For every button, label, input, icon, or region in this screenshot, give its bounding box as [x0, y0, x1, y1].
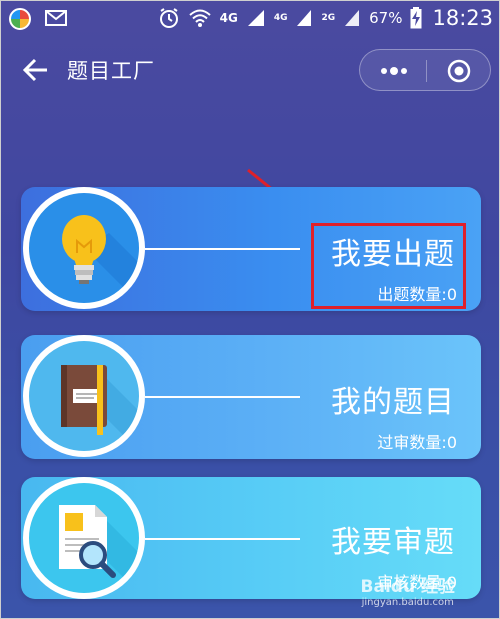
network-type-label-sim2: 4G	[273, 13, 288, 23]
watermark: Baidu 经验 jingyan.baidu.com	[361, 572, 455, 608]
clock: 18:23	[432, 6, 493, 30]
card-subtitle: 过审数量:0	[377, 433, 457, 452]
close-miniprogram-icon[interactable]	[447, 59, 471, 83]
card-title: 我的题目	[331, 385, 455, 420]
capsule-divider	[426, 60, 427, 82]
network-type-label: 4G	[219, 11, 238, 25]
card-connector-line	[145, 248, 300, 250]
lightbulb-icon	[62, 215, 139, 303]
app-launcher-icon	[9, 8, 31, 30]
battery-charging-icon	[410, 7, 422, 29]
watermark-logo: Baidu 经验	[360, 577, 455, 597]
battery-percentage: 67%	[369, 9, 403, 27]
signal-strength-icon	[247, 10, 264, 26]
more-options-icon[interactable]	[380, 63, 408, 79]
navigation-bar: 题目工厂	[1, 35, 500, 105]
wifi-icon	[188, 9, 211, 27]
miniprogram-capsule	[359, 49, 491, 91]
status-indicators: 4G 4G 2G 67% 18:23	[158, 1, 493, 35]
page-title: 题目工厂	[67, 59, 155, 83]
annotation-highlight-box	[311, 223, 466, 309]
signal-strength-icon-sim2	[297, 10, 312, 26]
notebook-icon	[61, 365, 139, 451]
watermark-url: jingyan.baidu.com	[361, 597, 454, 608]
card-my-questions[interactable]: 我的题目 过审数量:0	[21, 335, 481, 459]
card-title: 我要审题	[331, 525, 455, 560]
network-type-label-2g: 2G	[321, 13, 336, 23]
card-connector-line	[145, 538, 300, 540]
alarm-icon	[159, 8, 178, 28]
signal-strength-icon-2g	[345, 10, 360, 26]
mail-icon	[45, 10, 67, 26]
status-bar: 4G 4G 2G 67% 18:23	[1, 1, 500, 35]
back-arrow-icon[interactable]	[23, 58, 49, 82]
card-connector-line	[145, 396, 300, 398]
document-search-icon	[59, 505, 139, 593]
card-icon-circle	[23, 477, 145, 599]
card-icon-circle	[23, 187, 145, 309]
card-icon-circle	[23, 335, 145, 457]
